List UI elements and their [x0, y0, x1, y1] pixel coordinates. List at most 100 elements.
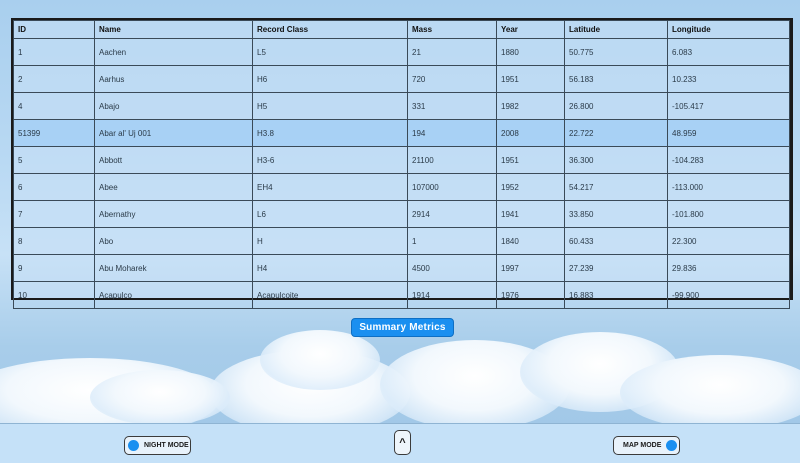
table-row[interactable]: 2 Aarhus H6 720 1951 56.183 10.233 [13, 65, 790, 93]
table-cell: -99.900 [667, 281, 790, 309]
table-cell: Abernathy [94, 200, 253, 228]
table-cell: -104.283 [667, 146, 790, 174]
table-cell: H3-6 [252, 146, 408, 174]
meteorite-table-container: ID Name Record Class Mass Year Latitude Longit… [11, 18, 793, 309]
table-cell: H5 [252, 92, 408, 120]
table-cell: 10 [13, 281, 95, 309]
table-cell: Abbott [94, 146, 253, 174]
table-cell: 9 [13, 254, 95, 282]
table-cell: 1914 [407, 281, 497, 309]
table-cell: L5 [252, 38, 408, 66]
table-cell: 54.217 [564, 173, 668, 201]
table-cell: 1 [407, 227, 497, 255]
table-cell: 51399 [13, 119, 95, 147]
table-cell: H6 [252, 65, 408, 93]
table-cell: H4 [252, 254, 408, 282]
table-cell: 107000 [407, 173, 497, 201]
table-row[interactable]: 4 Abajo H5 331 1982 26.800 -105.417 [13, 92, 790, 120]
meteorite-table: ID Name Record Class Mass Year Latitude Longit… [13, 20, 790, 309]
table-cell: 2 [13, 65, 95, 93]
table-row[interactable]: 5 Abbott H3-6 21100 1951 36.300 -104.283 [13, 146, 790, 174]
column-header: Year [496, 20, 565, 39]
table-cell: 50.775 [564, 38, 668, 66]
table-cell: 4500 [407, 254, 497, 282]
table-cell: -105.417 [667, 92, 790, 120]
table-cell: 21 [407, 38, 497, 66]
table-cell: 36.300 [564, 146, 668, 174]
table-row[interactable]: 8 Abo H 1 1840 60.433 22.300 [13, 227, 790, 255]
table-cell: 29.836 [667, 254, 790, 282]
column-header: ID [13, 20, 95, 39]
table-cell: 1880 [496, 38, 565, 66]
table-cell: 21100 [407, 146, 497, 174]
table-cell: 6 [13, 173, 95, 201]
table-cell: 60.433 [564, 227, 668, 255]
cloud-background [0, 330, 800, 438]
table-cell: 331 [407, 92, 497, 120]
table-cell: H3.8 [252, 119, 408, 147]
table-row[interactable]: 9 Abu Moharek H4 4500 1997 27.239 29.836 [13, 254, 790, 282]
table-cell: 194 [407, 119, 497, 147]
caret-up-icon: ^ [399, 436, 406, 449]
table-cell: 1840 [496, 227, 565, 255]
table-cell: 27.239 [564, 254, 668, 282]
table-header-row: ID Name Record Class Mass Year Latitude Longit… [13, 20, 790, 39]
column-header: Record Class [252, 20, 408, 39]
scroll-up-button[interactable]: ^ [394, 430, 411, 455]
night-mode-label: NIGHT MODE [144, 442, 189, 449]
table-cell: 2914 [407, 200, 497, 228]
table-cell: 1941 [496, 200, 565, 228]
table-cell: 1951 [496, 146, 565, 174]
table-cell: 1952 [496, 173, 565, 201]
table-body: 1 Aachen L5 21 1880 50.775 6.083 2 Aarhus H6 720 19… [13, 38, 790, 309]
table-cell: Abee [94, 173, 253, 201]
table-cell: L6 [252, 200, 408, 228]
table-cell: 1951 [496, 65, 565, 93]
footer-bar: NIGHT MODE ^ MAP MODE [0, 423, 800, 463]
table-cell: Acapulcoite [252, 281, 408, 309]
table-cell: Abar al' Uj 001 [94, 119, 253, 147]
table-cell: Abajo [94, 92, 253, 120]
table-row[interactable]: 6 Abee EH4 107000 1952 54.217 -113.000 [13, 173, 790, 201]
table-cell: 6.083 [667, 38, 790, 66]
table-cell: 1 [13, 38, 95, 66]
table-cell: 22.722 [564, 119, 668, 147]
table-row[interactable]: 51399 Abar al' Uj 001 H3.8 194 2008 22.722 48.… [13, 119, 790, 147]
table-cell: 1982 [496, 92, 565, 120]
table-cell: 2008 [496, 119, 565, 147]
column-header: Latitude [564, 20, 668, 39]
toggle-dot-icon [666, 440, 678, 451]
table-cell: Aachen [94, 38, 253, 66]
summary-metrics-button[interactable]: Summary Metrics [351, 318, 454, 337]
table-cell: 22.300 [667, 227, 790, 255]
map-mode-toggle[interactable]: MAP MODE [613, 436, 680, 455]
table-cell: -113.000 [667, 173, 790, 201]
app-page: ID Name Record Class Mass Year Latitude Longit… [0, 0, 800, 463]
column-header: Longitude [667, 20, 790, 39]
column-header: Name [94, 20, 253, 39]
table-cell: 48.959 [667, 119, 790, 147]
toggle-dot-icon [128, 440, 139, 451]
table-cell: 1976 [496, 281, 565, 309]
table-row[interactable]: 10 Acapulco Acapulcoite 1914 1976 16.883 -99.9… [13, 281, 790, 309]
table-cell: 26.800 [564, 92, 668, 120]
table-row[interactable]: 1 Aachen L5 21 1880 50.775 6.083 [13, 38, 790, 66]
table-cell: 8 [13, 227, 95, 255]
table-cell: 1997 [496, 254, 565, 282]
table-cell: 4 [13, 92, 95, 120]
table-cell: 10.233 [667, 65, 790, 93]
table-cell: Abo [94, 227, 253, 255]
table-row[interactable]: 7 Abernathy L6 2914 1941 33.850 -101.800 [13, 200, 790, 228]
table-cell: 56.183 [564, 65, 668, 93]
night-mode-toggle[interactable]: NIGHT MODE [124, 436, 191, 455]
table-cell: EH4 [252, 173, 408, 201]
table-cell: 720 [407, 65, 497, 93]
table-cell: 33.850 [564, 200, 668, 228]
table-cell: Aarhus [94, 65, 253, 93]
table-cell: 5 [13, 146, 95, 174]
table-cell: 16.883 [564, 281, 668, 309]
table-cell: -101.800 [667, 200, 790, 228]
table-cell: H [252, 227, 408, 255]
table-cell: Acapulco [94, 281, 253, 309]
map-mode-label: MAP MODE [623, 442, 662, 449]
